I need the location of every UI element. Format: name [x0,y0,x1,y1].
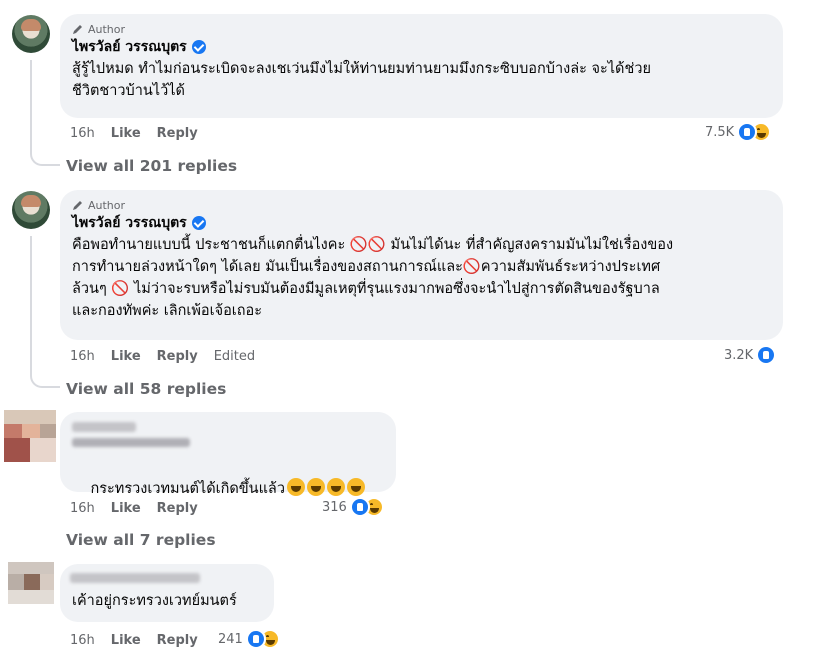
blurred-username [72,438,190,447]
edited-label[interactable]: Edited [214,349,255,364]
comment-timestamp[interactable]: 16h [70,349,95,364]
avatar[interactable] [8,562,54,604]
comment-text: สู้รู้ไปหมด ทำไมก่อนระเบิดจะลงเชเว่นมึงไ… [72,61,651,99]
laughing-emoji-icon [326,478,345,496]
author-badge: Author [72,198,771,212]
verified-badge-icon [191,216,206,230]
comment-text: คือพอทำนายแบบนี้ ประชาชนก็แตกตื่นไงคะ 🚫🚫… [72,237,674,319]
comment-bubble: กระทรวงเวทมนต์ได้เกิดขึ้นแล้ว [60,412,396,497]
reply-button[interactable]: Reply [157,349,198,364]
pencil-icon [73,201,82,210]
reply-button[interactable]: Reply [157,126,198,141]
reaction-count: 7.5K [705,124,735,140]
comment-bubble: Author ไพรวัลย์ วรรณบุตร สู้รู้ไปหมด ทำไ… [60,14,783,118]
commenter-name[interactable]: ไพรวัลย์ วรรณบุตร [72,212,187,234]
avatar[interactable] [4,410,56,462]
comment-actions: 16h Like Reply Edited [70,347,271,365]
like-button[interactable]: Like [111,349,141,364]
avatar[interactable] [12,15,50,53]
reply-button[interactable]: Reply [157,633,198,648]
comment-timestamp[interactable]: 16h [70,126,95,141]
author-tag-label: Author [88,198,126,212]
comment-timestamp[interactable]: 16h [70,633,95,648]
avatar[interactable] [12,191,50,229]
author-tag-label: Author [88,22,126,36]
laughing-emoji-icon [286,478,305,496]
blurred-username [70,573,200,583]
comment-timestamp[interactable]: 16h [70,501,95,516]
comment-text: เค้าอยู่กระทรวงเวทย์มนตร์ [72,593,237,609]
like-button[interactable]: Like [111,126,141,141]
view-replies-link[interactable]: View all 58 replies [66,380,226,400]
pencil-icon [73,25,82,34]
laughing-emoji-icon [346,478,365,496]
reaction-count: 3.2K [724,347,754,363]
thread-line [30,236,32,376]
laughing-emoji-icon [306,478,325,496]
like-reaction-icon [349,497,370,517]
like-button[interactable]: Like [111,633,141,648]
comment-actions: 16h Like Reply [70,499,214,517]
reaction-summary[interactable]: 241 [218,628,280,650]
thread-connector [30,140,60,166]
reaction-summary[interactable]: 7.5K [705,121,772,143]
comment-actions: 16h Like Reply [70,124,214,142]
commenter-name[interactable]: ไพรวัลย์ วรรณบุตร [72,36,187,58]
like-button[interactable]: Like [111,501,141,516]
comment-bubble: Author ไพรวัลย์ วรรณบุตร คือพอทำนายแบบนี… [60,190,783,340]
blurred-username [72,422,136,432]
verified-badge-icon [191,40,206,54]
view-replies-link[interactable]: View all 201 replies [66,157,237,177]
reply-button[interactable]: Reply [157,501,198,516]
comment-actions: 16h Like Reply [70,631,214,649]
author-badge: Author [72,22,771,36]
like-reaction-icon [756,345,777,365]
like-reaction-icon [245,629,266,649]
reaction-count: 316 [322,499,347,515]
comment-text: กระทรวงเวทมนต์ได้เกิดขึ้นแล้ว [90,481,285,497]
comment-bubble: เค้าอยู่กระทรวงเวทย์มนตร์ [60,564,274,622]
reaction-summary[interactable]: 3.2K [724,344,777,366]
thread-line [30,60,32,152]
reaction-summary[interactable]: 316 [322,496,384,518]
view-replies-link[interactable]: View all 7 replies [66,531,216,551]
thread-connector [30,364,60,388]
reaction-count: 241 [218,631,243,647]
